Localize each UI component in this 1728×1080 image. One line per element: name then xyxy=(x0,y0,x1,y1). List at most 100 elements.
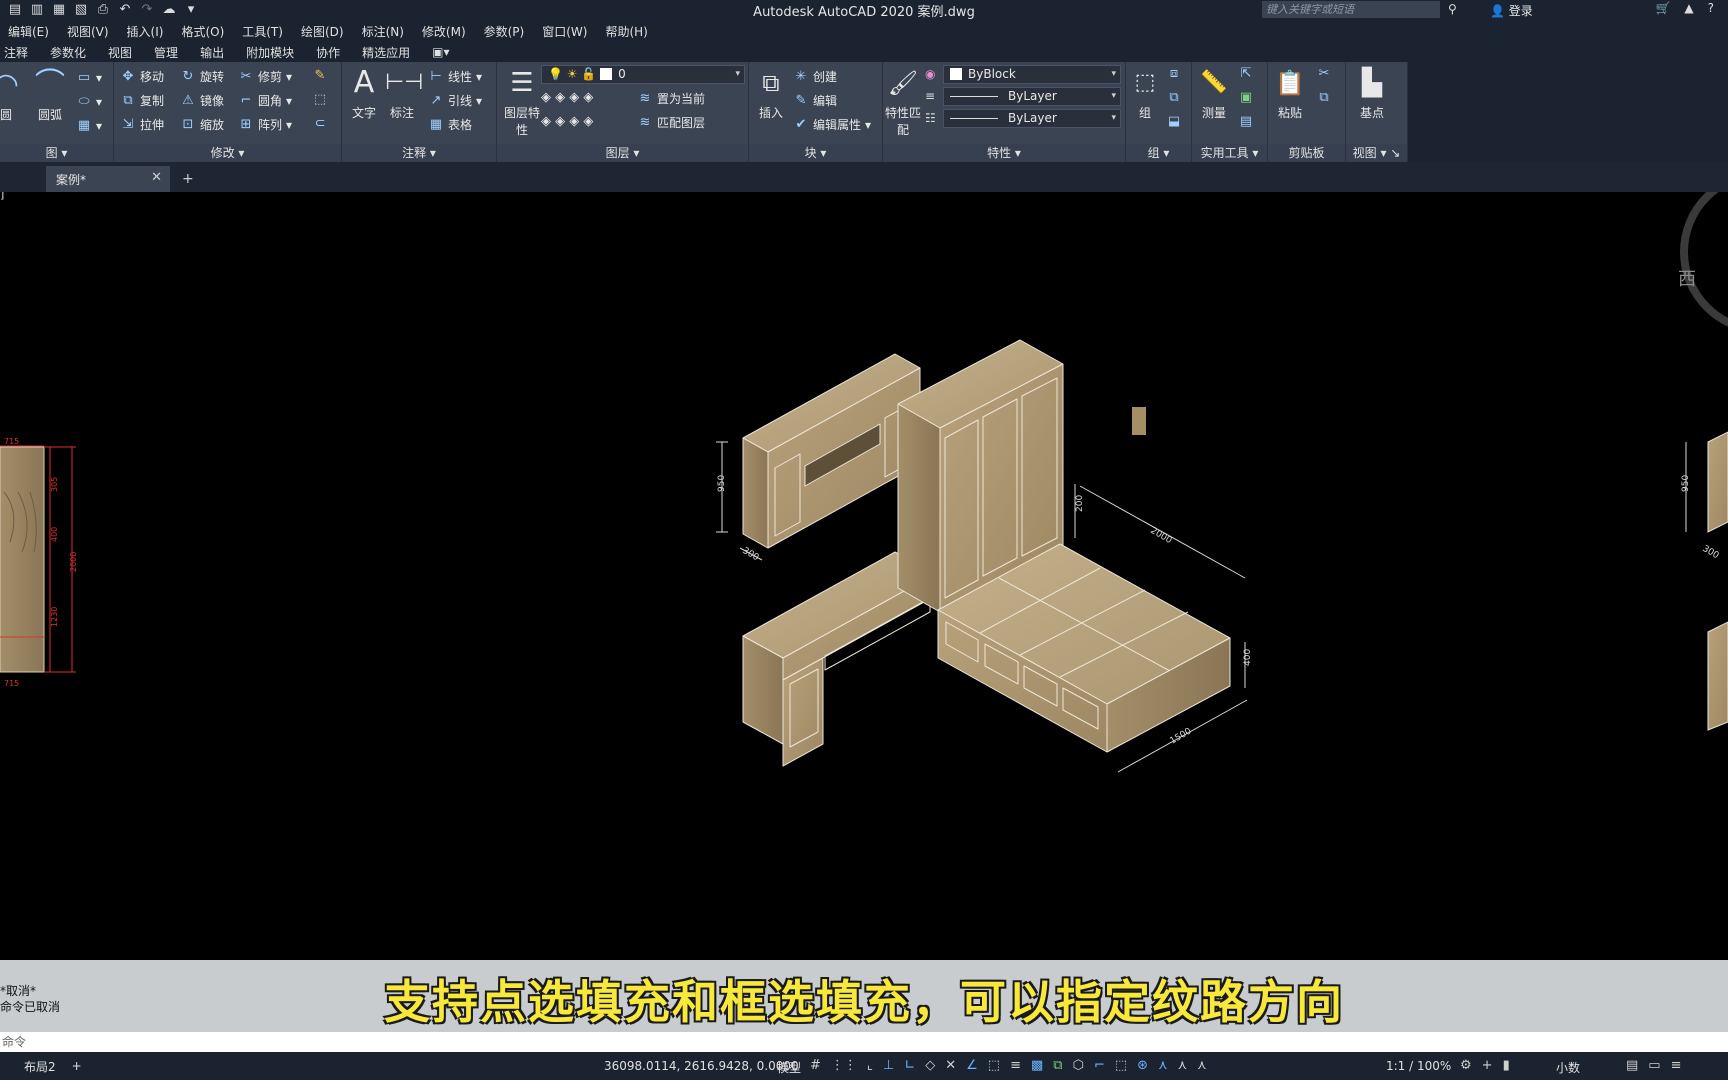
drawing-canvas[interactable]: 715 715 305 400 2000 1230 950 300 200 20… xyxy=(0,192,1728,960)
tab-manage[interactable]: 管理 xyxy=(154,44,178,61)
tab-annotate[interactable]: 注释 xyxy=(4,44,28,61)
tab-view[interactable]: 视图 xyxy=(108,44,132,61)
menu-tools[interactable]: 工具(T) xyxy=(242,23,283,40)
tab-featured-apps[interactable]: 精选应用 xyxy=(362,44,410,61)
group-edit-button[interactable]: ⧉ xyxy=(1166,90,1182,106)
transparency-icon[interactable]: ▩ xyxy=(1031,1058,1043,1073)
autodesk-a360-icon[interactable]: ▲ xyxy=(1684,1,1693,15)
insert-button[interactable]: ⧉ 插入 xyxy=(753,66,789,121)
dynamic-ucs-icon[interactable]: ⌐ xyxy=(1094,1058,1105,1073)
selection-cycling-icon[interactable]: ⧉ xyxy=(1053,1058,1062,1073)
create-block-button[interactable]: ✳ 创建 xyxy=(793,68,837,85)
select-all-button[interactable]: ▣ xyxy=(1238,90,1254,106)
menu-draw[interactable]: 绘图(D) xyxy=(301,23,344,40)
tab-collaborate[interactable]: 协作 xyxy=(316,44,340,61)
panel-title-utilities[interactable]: 实用工具 ▾ xyxy=(1192,144,1267,162)
open-web-icon[interactable]: ▦ xyxy=(52,3,66,17)
grid-icon[interactable]: # xyxy=(810,1058,821,1073)
doc-tab-active[interactable]: 案例* ✕ xyxy=(46,166,170,192)
group-select-button[interactable]: ⬓ xyxy=(1166,114,1182,130)
polar-icon[interactable]: ∟ xyxy=(904,1058,915,1073)
3d-osnap-icon[interactable]: ⬡ xyxy=(1073,1058,1084,1073)
auto-scale-icon[interactable]: ⋏ xyxy=(1178,1058,1188,1073)
group-button[interactable]: ⬚ 组 xyxy=(1128,66,1162,121)
annotation-monitor-icon[interactable]: + xyxy=(1482,1058,1493,1073)
erase-button[interactable]: ✎ xyxy=(312,68,328,84)
menu-insert[interactable]: 插入(I) xyxy=(127,23,164,40)
measure-button[interactable]: 📏 测量 xyxy=(1196,66,1232,121)
tab-output[interactable]: 输出 xyxy=(200,44,224,61)
quick-properties-icon[interactable]: ▤ xyxy=(1626,1058,1638,1073)
menu-modify[interactable]: 修改(M) xyxy=(422,23,466,40)
mirror-button[interactable]: ⚠ 镜像 xyxy=(180,92,224,109)
isodraft-icon[interactable]: ◇ xyxy=(925,1058,935,1073)
panel-title-draw[interactable]: 图 ▾ xyxy=(0,144,113,162)
cart-icon[interactable]: 🛒 xyxy=(1655,1,1670,15)
panel-title-annotation[interactable]: 注释 ▾ xyxy=(342,144,496,162)
osnap-tracking-icon[interactable]: ✕ xyxy=(945,1058,956,1073)
save-web-icon[interactable]: ▧ xyxy=(74,3,88,17)
offset-button[interactable]: ⊂ xyxy=(312,116,328,132)
move-button[interactable]: ✥ 移动 xyxy=(120,68,164,85)
help-icon[interactable]: ? xyxy=(1708,1,1714,15)
layer-tools-row1[interactable]: ◈ ◈ ◈ ◈ xyxy=(541,90,593,106)
explode-button[interactable]: ⬚ xyxy=(312,92,328,108)
redo-icon[interactable]: ↷ xyxy=(140,3,154,17)
osnap-icon[interactable]: ∠ xyxy=(966,1058,978,1073)
menu-parametric[interactable]: 参数(P) xyxy=(484,23,525,40)
menu-dimension[interactable]: 标注(N) xyxy=(362,23,404,40)
fillet-button[interactable]: ⌐ 圆角 ▾ xyxy=(238,92,293,109)
panel-title-properties[interactable]: 特性 ▾ xyxy=(883,144,1125,162)
annotation-visibility-icon[interactable]: ⋏ xyxy=(1158,1058,1168,1073)
lineweight-dropdown[interactable]: ByLayer ▾ xyxy=(943,109,1121,128)
print-icon[interactable]: ⎙ xyxy=(96,3,110,17)
ungroup-button[interactable]: ⧈ xyxy=(1166,66,1182,82)
ellipse-button[interactable]: ⬭ ▾ xyxy=(76,94,102,110)
save-as-icon[interactable]: ▥ xyxy=(30,3,44,17)
layer-properties-button[interactable]: ☰ 图层特性 xyxy=(501,66,543,138)
clean-screen-icon[interactable]: ▭ xyxy=(1648,1058,1660,1073)
close-icon[interactable]: ✕ xyxy=(151,170,162,185)
rotate-button[interactable]: ↻ 旋转 xyxy=(180,68,224,85)
stretch-button[interactable]: ⇲ 拉伸 xyxy=(120,116,164,133)
menu-format[interactable]: 格式(O) xyxy=(181,23,224,40)
gizmo-icon[interactable]: ⊛ xyxy=(1137,1058,1148,1073)
coordinates-readout[interactable]: 36098.0114, 2616.9428, 0.0000 xyxy=(604,1059,799,1073)
leader-button[interactable]: ↗ 引线 ▾ xyxy=(428,92,483,109)
model-space-button[interactable]: 模型 xyxy=(777,1059,801,1076)
dimension-button[interactable]: ⊢⊣ 标注 xyxy=(384,66,423,121)
edit-attributes-button[interactable]: ✔ 编辑属性 ▾ xyxy=(793,116,872,133)
ortho-icon[interactable]: ⊥ xyxy=(883,1058,894,1073)
tab-parametric[interactable]: 参数化 xyxy=(50,44,86,61)
scale-button[interactable]: ⊡ 缩放 xyxy=(180,116,224,133)
customize-icon[interactable]: ≡ xyxy=(1671,1058,1682,1073)
viewport-label[interactable]: ] xyxy=(0,192,4,201)
lineweight-toggle-icon[interactable]: ≡ xyxy=(1010,1058,1021,1073)
units-icon[interactable]: ▮ xyxy=(1503,1058,1510,1073)
paste-button[interactable]: 📋 粘贴 xyxy=(1272,66,1308,121)
menu-view[interactable]: 视图(V) xyxy=(67,23,109,40)
annotation-scale-readout[interactable]: 1:1 / 100% xyxy=(1386,1059,1451,1073)
save-icon[interactable]: ▤ xyxy=(8,3,22,17)
undo-icon[interactable]: ↶ xyxy=(118,3,132,17)
menu-edit[interactable]: 编辑(E) xyxy=(8,23,49,40)
base-view-button[interactable]: ▙ 基点 xyxy=(1352,66,1392,121)
layer-dropdown[interactable]: 💡 ☀ 🔓 0 ▾ xyxy=(541,65,745,84)
new-tab-icon[interactable]: + xyxy=(182,171,194,187)
tab-addins[interactable]: 附加模块 xyxy=(246,44,294,61)
layout-tab-2[interactable]: 布局2 xyxy=(16,1058,64,1075)
circle-button[interactable]: ◠ 圆 xyxy=(0,68,26,123)
rectangle-button[interactable]: ▭ ▾ xyxy=(76,70,102,86)
cut-button[interactable]: ✂ xyxy=(1316,66,1332,82)
selection-filter-icon[interactable]: ⬚ xyxy=(1115,1058,1127,1073)
workspace-gear-icon[interactable]: ⚙ xyxy=(1460,1058,1472,1073)
edit-block-button[interactable]: ✎ 编辑 xyxy=(793,92,837,109)
panel-title-layers[interactable]: 图层 ▾ xyxy=(497,144,748,162)
arc-button[interactable]: ⌒ 圆弧 xyxy=(30,68,70,123)
panel-title-view[interactable]: 视图 ▾ ↘ xyxy=(1346,144,1407,162)
binoculars-icon[interactable]: ⚲ xyxy=(1448,2,1457,16)
text-button[interactable]: A 文字 xyxy=(346,66,382,121)
viewcube-ring[interactable] xyxy=(1680,192,1728,330)
copy-clip-button[interactable]: ⧉ xyxy=(1316,90,1332,106)
infer-icon[interactable]: ⌞ xyxy=(867,1058,873,1073)
